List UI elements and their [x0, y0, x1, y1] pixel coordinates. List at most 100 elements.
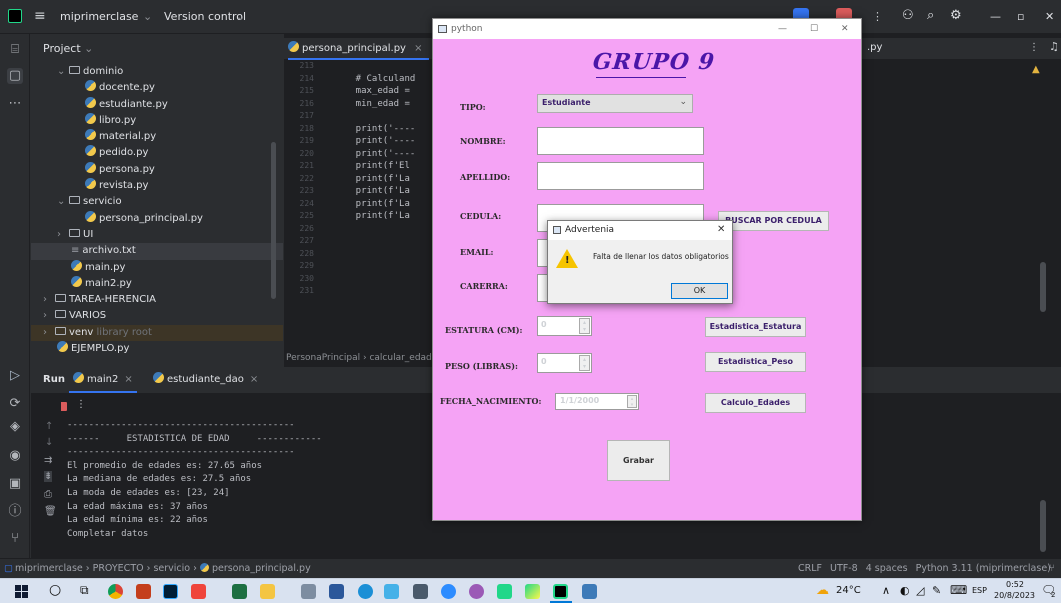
tree-item[interactable]: libro.py — [31, 112, 283, 129]
tree-item[interactable]: main.py — [31, 259, 283, 276]
chevron-right-icon[interactable]: › — [57, 227, 69, 243]
status-breadcrumb-item[interactable]: servicio — [153, 563, 190, 574]
project-tool-icon[interactable]: ⌸ — [7, 42, 23, 58]
project-panel-title[interactable]: Project — [43, 42, 81, 55]
git-tool-icon[interactable]: ⑂ — [7, 531, 23, 547]
scroll-to-end-icon[interactable]: ⇟ — [44, 471, 53, 482]
pen-icon[interactable]: ✎ — [932, 584, 941, 597]
start-windows-icon[interactable] — [15, 585, 28, 598]
spin-arrows-icon[interactable]: ▴ ▾ — [579, 318, 590, 334]
scroll-down-icon[interactable]: ↓ — [45, 437, 53, 448]
chevron-down-icon[interactable]: ⌄ — [57, 194, 69, 210]
status-indicator[interactable]: CRLF — [798, 563, 822, 574]
dialog-ok-button[interactable]: OK — [671, 283, 728, 299]
weather-icon[interactable]: ☁ — [816, 583, 829, 598]
code-line[interactable]: print(f'La — [334, 198, 415, 211]
minimize-icon[interactable]: — — [990, 10, 1001, 23]
services-tool-icon[interactable]: ⟳ — [7, 396, 23, 412]
calculo-edades-button[interactable]: Calculo_Edades — [705, 393, 806, 413]
run-tab-main2[interactable]: main2 × — [69, 367, 137, 393]
spin-arrows-icon[interactable]: ▴ ▾ — [627, 395, 637, 408]
code-line[interactable]: print(f'La — [334, 173, 415, 186]
chevron-down-icon[interactable]: ⌄ — [57, 64, 69, 80]
fecha-datepicker[interactable]: 1/1/2000 ▴ ▾ — [555, 393, 639, 410]
code-line[interactable]: print('---- — [334, 135, 416, 148]
code-line[interactable] — [334, 248, 415, 261]
tree-item[interactable]: estudiante.py — [31, 96, 283, 113]
console-scrollbar[interactable] — [1040, 500, 1046, 552]
photoshop-icon[interactable] — [163, 584, 178, 599]
structure-tool-icon[interactable]: ▢ — [7, 68, 23, 84]
code-line[interactable]: min_edad = — [334, 98, 415, 111]
project-scrollbar[interactable] — [271, 142, 276, 299]
code-view[interactable]: # Calculand max_edad = min_edad = print(… — [334, 60, 416, 298]
tab-close-icon[interactable]: × — [124, 374, 132, 385]
tipo-select[interactable]: Estudiante ⌄ — [537, 94, 693, 113]
add-user-icon[interactable]: ⚇ — [902, 8, 914, 23]
estatura-spinbox[interactable]: 0 ▴ ▾ — [537, 316, 592, 336]
status-breadcrumb-item[interactable]: persona_principal.py — [212, 563, 311, 574]
apellido-input[interactable] — [537, 162, 704, 190]
python-app-task-icon[interactable] — [582, 584, 597, 599]
search-icon[interactable]: ○ — [49, 582, 61, 598]
tab-persona-principal[interactable]: persona_principal.py × — [288, 38, 429, 60]
code-line[interactable]: print(f'La — [334, 185, 415, 198]
chrome-icon[interactable] — [108, 584, 123, 599]
project-name[interactable]: miprimerclase — [60, 10, 138, 23]
project-chevron-icon[interactable]: ⌄ — [143, 10, 152, 23]
estadistica-estatura-button[interactable]: Estadistica_Estatura — [705, 317, 806, 337]
warning-marker-icon[interactable]: ▲ — [1032, 64, 1040, 75]
notifications-icon[interactable]: ♫ — [1049, 40, 1059, 53]
tree-item[interactable]: › venv library root — [31, 324, 283, 342]
nombre-input[interactable] — [537, 127, 704, 155]
more-actions-icon[interactable]: ⋮ — [872, 10, 883, 23]
tab-close-icon[interactable]: × — [414, 43, 422, 54]
print-icon[interactable]: ⎙ — [44, 489, 52, 500]
tree-item[interactable]: ≡ archivo.txt — [31, 243, 283, 260]
code-line[interactable] — [334, 60, 415, 73]
pycharm-icon[interactable] — [525, 584, 540, 599]
calculator-icon[interactable] — [413, 584, 428, 599]
paint-icon[interactable] — [384, 584, 399, 599]
main-menu-icon[interactable]: ≡ — [34, 8, 46, 24]
more-tools-icon[interactable]: ⋯ — [7, 96, 23, 112]
vcs-chevron-icon[interactable]: ⌄ — [236, 10, 245, 23]
tree-item[interactable]: docente.py — [31, 80, 283, 96]
app-generic-icon[interactable] — [301, 584, 316, 599]
tree-item[interactable]: pedido.py — [31, 145, 283, 161]
wifi-icon[interactable]: ◿ — [916, 584, 924, 597]
tree-item[interactable]: › TAREA-HERENCIA — [31, 292, 283, 308]
layers-tool-icon[interactable]: ◈ — [7, 419, 23, 435]
chevron-right-icon[interactable]: › — [43, 325, 55, 341]
terminal-tool-icon[interactable]: ▣ — [7, 476, 23, 492]
scroll-up-icon[interactable]: ↑ — [45, 421, 53, 432]
tree-item[interactable]: › VARIOS — [31, 308, 283, 324]
project-panel-chevron-icon[interactable]: ⌄ — [84, 42, 93, 55]
search-icon[interactable]: ⌕ — [927, 8, 934, 23]
powerpoint-icon[interactable] — [136, 584, 151, 599]
clock-time[interactable]: 0:52 — [1006, 580, 1024, 589]
tree-item[interactable]: EJEMPLO.py — [31, 341, 283, 357]
peso-spinbox[interactable]: 0 ▴ ▾ — [537, 353, 592, 373]
run-tab-estudiante-dao[interactable]: estudiante_dao × — [149, 367, 262, 393]
app-minimize-icon[interactable]: — — [778, 19, 787, 39]
zoom-icon[interactable] — [441, 584, 456, 599]
word-icon[interactable] — [329, 584, 344, 599]
tree-item[interactable]: material.py — [31, 129, 283, 145]
network-app-icon[interactable] — [469, 584, 484, 599]
tree-item[interactable]: › UI — [31, 227, 283, 243]
language-indicator[interactable]: ESP — [972, 586, 987, 595]
buscar-cedula-button[interactable]: BUSCAR POR CEDULA — [718, 211, 829, 231]
tree-item[interactable]: persona_principal.py — [31, 210, 283, 227]
status-indicator[interactable]: UTF-8 — [830, 563, 858, 574]
task-view-icon[interactable]: ⧉ — [80, 583, 89, 598]
edge-icon[interactable] — [358, 584, 373, 599]
tree-item[interactable]: persona.py — [31, 161, 283, 178]
code-line[interactable]: print('---- — [334, 148, 416, 161]
spin-arrows-icon[interactable]: ▴ ▾ — [579, 355, 590, 371]
status-indicator[interactable]: Python 3.11 (miprimerclase) — [916, 563, 1051, 574]
trash-icon[interactable]: 🗑 — [44, 506, 57, 517]
tree-item[interactable]: revista.py — [31, 178, 283, 194]
code-line[interactable] — [334, 235, 415, 248]
code-line[interactable]: # Calculand — [334, 73, 416, 86]
